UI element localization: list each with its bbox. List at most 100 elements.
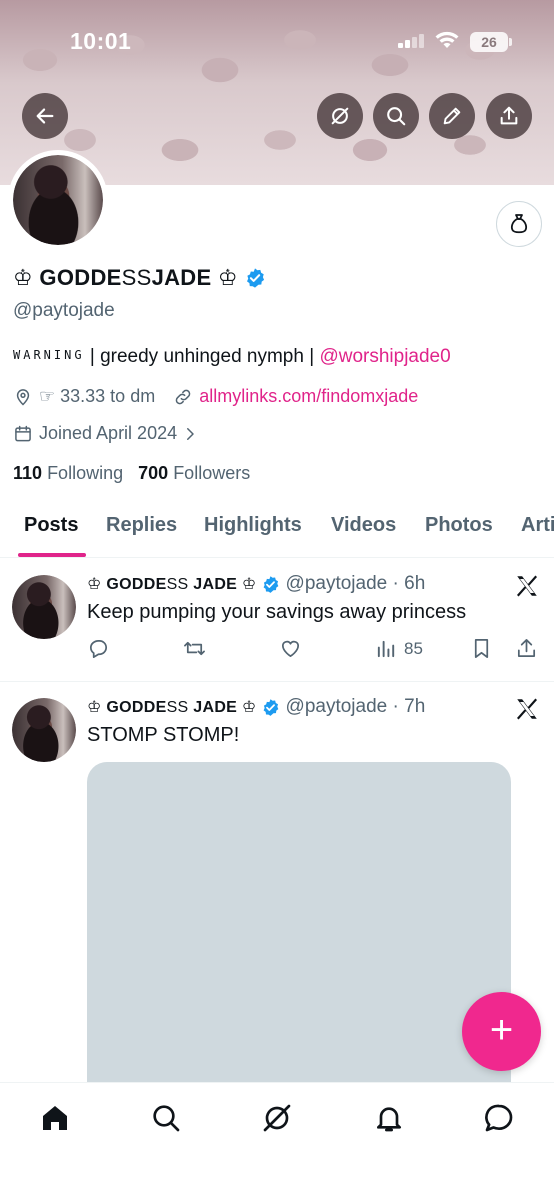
nav-messages[interactable]: [482, 1101, 516, 1135]
battery-tip: [509, 38, 512, 46]
profile-handle: @paytojade: [13, 300, 115, 321]
status-bar: 10:01 26: [0, 0, 554, 80]
followers-link[interactable]: 700 Followers: [138, 463, 250, 483]
post-timestamp[interactable]: 6h: [404, 573, 425, 595]
heart-icon: [281, 640, 300, 658]
location-pin-icon: [16, 388, 30, 406]
post-separator: ·: [387, 573, 405, 594]
status-time: 10:01: [70, 28, 132, 54]
chat-bubble-icon: [485, 1104, 513, 1132]
money-bag-icon: [510, 214, 528, 234]
views-count: 85: [404, 638, 423, 658]
nav-search[interactable]: [149, 1101, 183, 1135]
pencil-icon: [443, 107, 461, 125]
back-arrow-icon: [36, 108, 54, 124]
profile-name-suffix: JADE ♔: [151, 265, 238, 290]
post-media-image[interactable]: [87, 762, 511, 1102]
avatar-photo: [12, 575, 76, 639]
bio-mention-link[interactable]: @worshipjade0: [319, 346, 450, 367]
verified-badge-icon: [263, 575, 278, 593]
post-author-name-mid: SS: [166, 699, 189, 716]
profile-website-link[interactable]: allmylinks.com/findomxjade: [199, 386, 418, 407]
link-icon: [175, 389, 191, 404]
post-header: ♔ GODDESS JADE ♔ @paytojade · 6h: [87, 573, 425, 595]
nav-home[interactable]: [38, 1101, 72, 1135]
reply-button[interactable]: [87, 637, 110, 660]
tab-videos[interactable]: Videos: [331, 514, 396, 537]
compose-post-button[interactable]: +: [462, 992, 541, 1071]
x-logo-icon: [516, 575, 538, 597]
active-tab-indicator: [18, 553, 86, 557]
calendar-icon: [15, 425, 31, 441]
avatar-photo: [13, 155, 103, 245]
share-icon: [500, 106, 518, 125]
x-logo-icon: [516, 698, 538, 720]
post-author-name-suffix: JADE ♔: [188, 699, 257, 716]
grok-icon: [331, 107, 349, 125]
views-button[interactable]: 85: [375, 637, 423, 660]
profile-avatar[interactable]: [8, 150, 108, 250]
following-link[interactable]: 110 Following: [13, 463, 123, 483]
post-text: Keep pumping your savings away princess: [87, 601, 467, 623]
profile-location: ☞ 33.33 to dm: [39, 386, 156, 406]
profile-name: ♔ GODDE SS JADE ♔: [13, 265, 266, 291]
post-author-name-suffix: JADE ♔: [188, 576, 257, 593]
profile-name-prefix: ♔ GODDE: [13, 265, 122, 290]
following-label: Following: [47, 463, 124, 483]
bio-warning: WARNING: [13, 348, 85, 362]
bookmark-button[interactable]: [470, 637, 493, 660]
search-button[interactable]: [373, 93, 419, 139]
followers-label: Followers: [173, 463, 251, 483]
nav-grok[interactable]: [260, 1101, 294, 1135]
share-profile-button[interactable]: [486, 93, 532, 139]
nav-notifications[interactable]: [372, 1101, 406, 1135]
post-text: STOMP STOMP!: [87, 724, 240, 746]
edit-button[interactable]: [429, 93, 475, 139]
share-post-button[interactable]: [515, 637, 538, 660]
post-author-name-prefix: ♔ GODDE: [87, 576, 167, 593]
tab-photos[interactable]: Photos: [425, 514, 493, 537]
plus-icon: +: [489, 1007, 514, 1052]
profile-name-mid: SS: [121, 265, 152, 290]
chevron-right-icon: [187, 427, 194, 440]
profile-tabs: Posts Replies Highlights Videos Photos A…: [0, 500, 554, 558]
profile-bio: WARNING | greedy unhinged nymph | @worsh…: [13, 346, 451, 368]
verified-badge-icon: [263, 698, 278, 716]
tab-articles[interactable]: Articles: [521, 514, 554, 537]
following-count: 110: [13, 463, 43, 483]
profile-joined-date: Joined April 2024: [39, 423, 178, 443]
cellular-signal-icon: [398, 34, 426, 48]
like-button[interactable]: [279, 637, 302, 660]
post-author-name-mid: SS: [166, 576, 189, 593]
post-avatar[interactable]: [12, 575, 76, 639]
tab-highlights[interactable]: Highlights: [204, 514, 302, 537]
grok-icon: [263, 1104, 291, 1132]
post-separator: ·: [387, 696, 405, 717]
post-author-name[interactable]: ♔ GODDESS JADE ♔: [87, 697, 257, 717]
back-button[interactable]: [22, 93, 68, 139]
post-avatar[interactable]: [12, 698, 76, 762]
share-icon: [517, 639, 536, 658]
grok-button[interactable]: [317, 93, 363, 139]
post[interactable]: ♔ GODDESS JADE ♔ @paytojade · 6h Keep pu…: [0, 559, 554, 682]
bookmark-icon: [474, 639, 489, 658]
tab-posts[interactable]: Posts: [24, 514, 78, 537]
profile-joined-row[interactable]: Joined April 2024: [13, 423, 205, 444]
reply-icon: [89, 639, 108, 658]
follow-counts: 110 Following 700 Followers: [13, 463, 250, 484]
post-actions: 85: [87, 637, 542, 667]
bottom-navigation: [0, 1082, 554, 1200]
search-icon: [153, 1105, 180, 1132]
repost-button[interactable]: [183, 637, 206, 660]
tip-button[interactable]: [496, 201, 542, 247]
search-icon: [387, 107, 406, 126]
post-author-name-prefix: ♔ GODDE: [87, 699, 167, 716]
post-author-name[interactable]: ♔ GODDESS JADE ♔: [87, 574, 257, 594]
verified-badge-icon[interactable]: [244, 267, 266, 289]
home-icon: [43, 1106, 67, 1130]
post-author-handle: @paytojade: [285, 573, 388, 594]
bio-text: | greedy unhinged nymph |: [84, 346, 320, 367]
tab-replies[interactable]: Replies: [106, 514, 177, 537]
post-timestamp[interactable]: 7h: [404, 696, 425, 718]
repost-icon: [184, 641, 205, 656]
